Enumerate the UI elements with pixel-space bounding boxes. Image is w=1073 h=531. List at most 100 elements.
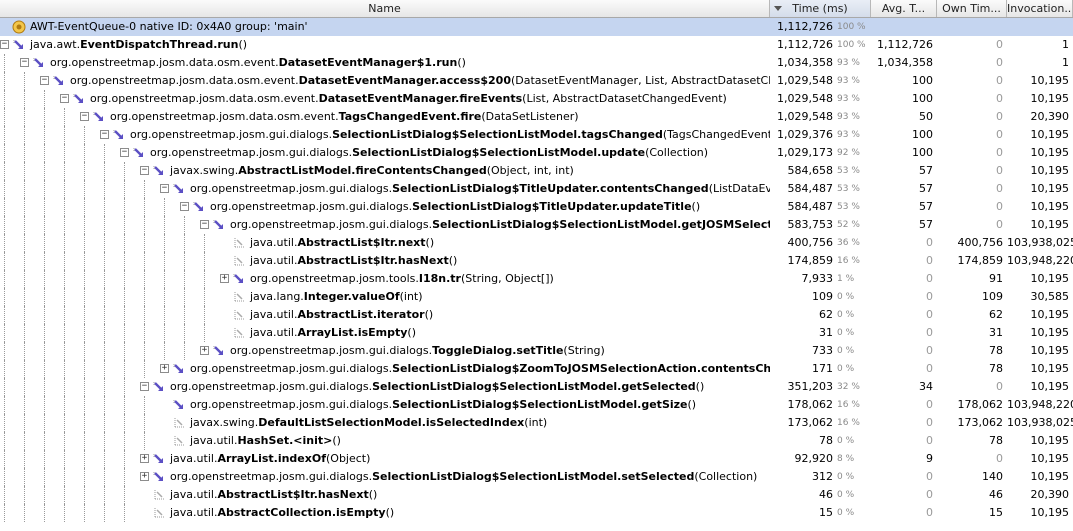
tree-guide-line [104,432,105,450]
table-row[interactable]: AWT-EventQueue-0 native ID: 0x4A0 group:… [0,18,1073,36]
table-row[interactable]: + org.openstreetmap.josm.gui.dialogs.Togg… [0,342,1073,360]
tree-guide-line [144,216,145,234]
table-row[interactable]: − org.openstreetmap.josm.data.osm.event.D… [0,72,1073,90]
method-label: java.awt.EventDispatchThread.run() [30,36,247,54]
invocations-cell: 10,195 [1030,344,1070,357]
table-row[interactable]: java.util.AbstractList$Itr.hasNext() 46 0 … [0,486,1073,504]
table-row[interactable]: + org.openstreetmap.josm.gui.dialogs.Sele… [0,468,1073,486]
method-signature: (DataSetListener) [481,110,579,123]
tree-guide-line [64,198,65,216]
column-header-invocations[interactable]: Invocation... [1007,0,1073,17]
row-name-cell: java.util.ArrayList.isEmpty() [0,324,770,342]
method-call-icon [212,344,226,358]
expand-icon[interactable]: + [200,346,209,355]
table-row[interactable]: java.util.ArrayList.isEmpty() 31 0 % 0 31 10,… [0,324,1073,342]
avg-time-cell [871,18,937,36]
tree-guide-line [164,342,165,360]
collapse-icon[interactable]: − [120,148,129,157]
tree-guide-line [84,288,85,306]
time-value: 78 [819,434,833,447]
expand-icon[interactable]: + [220,274,229,283]
method-label: java.util.HashSet.<init>() [190,432,341,450]
time-cell: 733 0 % [770,342,871,360]
collapse-icon[interactable]: − [140,382,149,391]
tree-guide-line [44,468,45,486]
expand-icon[interactable]: + [140,472,149,481]
time-value: 173,062 [787,416,834,429]
expand-icon[interactable]: + [160,364,169,373]
tree-guide-line [4,432,5,450]
own-time-cell: 46 [989,488,1003,501]
collapse-icon[interactable]: − [20,58,29,67]
table-row[interactable]: java.util.AbstractList.iterator() 62 0 % 0 6… [0,306,1073,324]
tree-guide-line [164,216,165,234]
table-row[interactable]: − org.openstreetmap.josm.data.osm.event.D… [0,90,1073,108]
table-row[interactable]: org.openstreetmap.josm.gui.dialogs.Selec… [0,396,1073,414]
table-row[interactable]: java.util.HashSet.<init>() 78 0 % 0 78 10,195 [0,432,1073,450]
method-label: AWT-EventQueue-0 native ID: 0x4A0 group:… [30,18,308,36]
avg-time-cell: 100 [912,92,933,105]
time-percent: 92 % [837,148,860,158]
table-row[interactable]: − org.openstreetmap.josm.gui.dialogs.Sele… [0,144,1073,162]
table-row[interactable]: + org.openstreetmap.josm.gui.dialogs.Sele… [0,360,1073,378]
collapse-icon[interactable]: − [100,130,109,139]
method-name: DatasetEventManager.access$200 [298,74,511,87]
row-name-cell: + org.openstreetmap.josm.tools.I18n.tr(St… [0,270,770,288]
table-row[interactable]: − org.openstreetmap.josm.gui.dialogs.Sele… [0,198,1073,216]
collapse-icon[interactable]: − [60,94,69,103]
collapse-icon[interactable]: − [140,166,149,175]
leaf-method-icon [232,236,246,250]
own-time-cell: 78 [989,344,1003,357]
column-header-avg-time[interactable]: Avg. T... [871,0,937,17]
column-header-name[interactable]: Name [0,0,770,17]
method-package: org.openstreetmap.josm.data.osm.event. [70,74,299,87]
table-row[interactable]: java.util.AbstractList$Itr.hasNext() 174,… [0,252,1073,270]
table-row[interactable]: − org.openstreetmap.josm.data.osm.event.T… [0,108,1073,126]
tree-guide-line [124,504,125,522]
table-row[interactable]: java.util.AbstractList$Itr.next() 400,756… [0,234,1073,252]
column-header-time[interactable]: Time (ms) [770,0,871,17]
invocations-cell: 10,195 [1030,92,1070,105]
collapse-icon[interactable]: − [40,76,49,85]
tree-guide-line [104,324,105,342]
tree-guide-line [44,306,45,324]
method-signature: (int) [399,290,423,303]
table-row[interactable]: + org.openstreetmap.josm.tools.I18n.tr(St… [0,270,1073,288]
tree-guide-line [124,378,125,396]
collapse-icon[interactable]: − [200,220,209,229]
tree-guide-line [44,144,45,162]
table-row[interactable]: javax.swing.DefaultListSelectionModel.is… [0,414,1073,432]
table-row[interactable]: − javax.swing.AbstractListModel.fireConte… [0,162,1073,180]
table-header: Name Time (ms) Avg. T... Own Tim... Invo… [0,0,1073,18]
expand-icon[interactable]: + [140,454,149,463]
time-value: 400,756 [787,236,834,249]
table-row[interactable]: − org.openstreetmap.josm.data.osm.event.D… [0,54,1073,72]
method-package: java.util. [250,254,298,267]
collapse-icon[interactable]: − [180,202,189,211]
column-header-own-time[interactable]: Own Tim... [937,0,1007,17]
tree-guide-line [184,288,185,306]
table-row[interactable]: − org.openstreetmap.josm.gui.dialogs.Sele… [0,126,1073,144]
collapse-icon[interactable]: − [80,112,89,121]
collapse-icon[interactable]: − [160,184,169,193]
tree-guide-line [144,270,145,288]
time-percent: 53 % [837,166,860,176]
leaf-method-icon [232,290,246,304]
collapse-icon[interactable]: − [0,40,9,49]
invocations-cell: 10,195 [1030,506,1070,519]
own-time-cell: 0 [996,128,1003,141]
tree-guide-line [124,180,125,198]
tree-guide-line [24,396,25,414]
method-signature: (TagsChangedEvent) [662,128,770,141]
table-row[interactable]: + java.util.ArrayList.indexOf(Object) 92,9… [0,450,1073,468]
table-row[interactable]: java.lang.Integer.valueOf(int) 109 0 % 0 109… [0,288,1073,306]
table-row[interactable]: − org.openstreetmap.josm.gui.dialogs.Sele… [0,378,1073,396]
table-row[interactable]: − java.awt.EventDispatchThread.run() 1,112… [0,36,1073,54]
tree-guide-line [144,234,145,252]
table-row[interactable]: − org.openstreetmap.josm.gui.dialogs.Sele… [0,216,1073,234]
time-percent: 16 % [837,256,860,266]
table-row[interactable]: − org.openstreetmap.josm.gui.dialogs.Sele… [0,180,1073,198]
table-row[interactable]: java.util.AbstractCollection.isEmpty() 15… [0,504,1073,522]
row-name-cell: − org.openstreetmap.josm.gui.dialogs.Sele… [0,216,770,234]
method-signature: () [385,506,395,519]
